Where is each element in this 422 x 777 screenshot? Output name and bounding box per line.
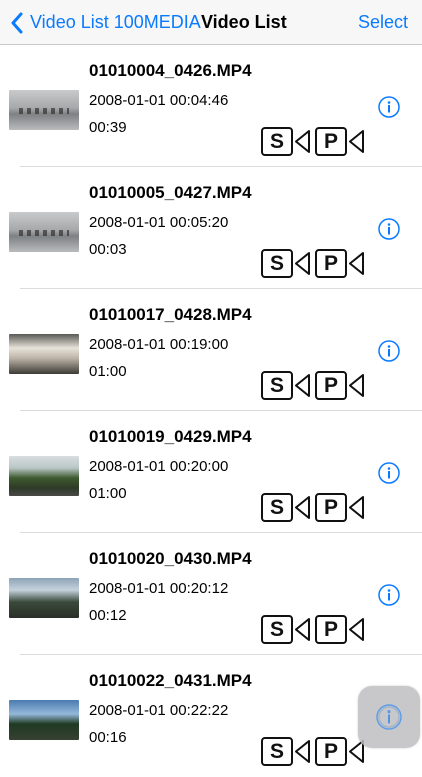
video-filename: 01010019_0429.MP4 xyxy=(89,427,252,446)
select-button[interactable]: Select xyxy=(358,12,408,33)
s-badge-label: S xyxy=(261,493,293,522)
p-badge-label: P xyxy=(315,737,347,766)
s-camera-badge[interactable]: S xyxy=(261,247,312,280)
p-camera-badge[interactable]: P xyxy=(315,125,366,158)
info-circle-icon xyxy=(378,462,400,484)
p-camera-badge[interactable]: P xyxy=(315,491,366,524)
video-datetime: 2008-01-01 00:22:22 xyxy=(89,702,229,719)
video-datetime: 2008-01-01 00:19:00 xyxy=(89,336,229,353)
p-badge-label: P xyxy=(315,371,347,400)
video-camera-icon xyxy=(295,130,310,153)
video-thumbnail xyxy=(9,700,79,740)
video-datetime: 2008-01-01 00:20:12 xyxy=(89,580,229,597)
chevron-left-icon xyxy=(11,12,23,33)
s-camera-badge[interactable]: S xyxy=(261,613,312,646)
back-button[interactable]: Video List 100MEDIA xyxy=(10,0,201,45)
s-camera-badge[interactable]: S xyxy=(261,369,312,402)
video-duration: 01:00 xyxy=(89,363,127,380)
navigation-bar: Video List 100MEDIA Video List Select xyxy=(0,0,422,45)
p-badge-label: P xyxy=(315,249,347,278)
info-button[interactable] xyxy=(378,340,400,362)
p-badge-label: P xyxy=(315,493,347,522)
video-duration: 00:12 xyxy=(89,607,127,624)
info-button[interactable] xyxy=(378,584,400,606)
info-button[interactable] xyxy=(378,96,400,118)
video-datetime: 2008-01-01 00:05:20 xyxy=(89,214,229,231)
assistive-touch-button[interactable] xyxy=(358,686,420,748)
video-camera-icon xyxy=(295,252,310,275)
video-camera-icon xyxy=(295,496,310,519)
video-thumbnail xyxy=(9,334,79,374)
s-badge-label: S xyxy=(261,615,293,644)
video-filename: 01010020_0430.MP4 xyxy=(89,549,252,568)
video-filename: 01010022_0431.MP4 xyxy=(89,671,252,690)
assistive-touch-icon xyxy=(376,704,402,730)
s-camera-badge[interactable]: S xyxy=(261,125,312,158)
info-circle-icon xyxy=(378,96,400,118)
video-camera-icon xyxy=(295,740,310,763)
video-thumbnail xyxy=(9,212,79,252)
video-camera-icon xyxy=(295,374,310,397)
video-camera-icon xyxy=(349,618,364,641)
info-circle-icon xyxy=(378,584,400,606)
video-filename: 01010017_0428.MP4 xyxy=(89,305,252,324)
video-list-item[interactable]: 01010020_0430.MP4 2008-01-01 00:20:12 00… xyxy=(0,533,422,655)
video-duration: 00:39 xyxy=(89,119,127,136)
video-datetime: 2008-01-01 00:04:46 xyxy=(89,92,229,109)
video-thumbnail xyxy=(9,578,79,618)
s-camera-badge[interactable]: S xyxy=(261,491,312,524)
video-filename: 01010005_0427.MP4 xyxy=(89,183,252,202)
p-badge-label: P xyxy=(315,615,347,644)
back-button-label: Video List 100MEDIA xyxy=(30,12,201,32)
s-badge-label: S xyxy=(261,249,293,278)
video-filename: 01010004_0426.MP4 xyxy=(89,61,252,80)
p-camera-badge[interactable]: P xyxy=(315,247,366,280)
p-camera-badge[interactable]: P xyxy=(315,613,366,646)
s-badge-label: S xyxy=(261,737,293,766)
info-circle-icon xyxy=(378,340,400,362)
p-badge-label: P xyxy=(315,127,347,156)
s-badge-label: S xyxy=(261,127,293,156)
video-thumbnail xyxy=(9,90,79,130)
video-camera-icon xyxy=(295,618,310,641)
s-camera-badge[interactable]: S xyxy=(261,735,312,768)
video-camera-icon xyxy=(349,496,364,519)
video-camera-icon xyxy=(349,374,364,397)
video-camera-icon xyxy=(349,130,364,153)
video-duration: 00:16 xyxy=(89,729,127,746)
video-camera-icon xyxy=(349,252,364,275)
video-list-item[interactable]: 01010017_0428.MP4 2008-01-01 00:19:00 01… xyxy=(0,289,422,411)
video-thumbnail xyxy=(9,456,79,496)
info-button[interactable] xyxy=(378,218,400,240)
info-circle-icon xyxy=(378,218,400,240)
s-badge-label: S xyxy=(261,371,293,400)
video-list-item[interactable]: 01010004_0426.MP4 2008-01-01 00:04:46 00… xyxy=(0,45,422,167)
page-title: Video List xyxy=(201,12,287,32)
p-camera-badge[interactable]: P xyxy=(315,369,366,402)
video-list-item[interactable]: 01010005_0427.MP4 2008-01-01 00:05:20 00… xyxy=(0,167,422,289)
info-button[interactable] xyxy=(378,462,400,484)
video-duration: 00:03 xyxy=(89,241,127,258)
video-duration: 01:00 xyxy=(89,485,127,502)
video-list-item[interactable]: 01010019_0429.MP4 2008-01-01 00:20:00 01… xyxy=(0,411,422,533)
video-datetime: 2008-01-01 00:20:00 xyxy=(89,458,229,475)
video-list: 01010004_0426.MP4 2008-01-01 00:04:46 00… xyxy=(0,45,422,777)
